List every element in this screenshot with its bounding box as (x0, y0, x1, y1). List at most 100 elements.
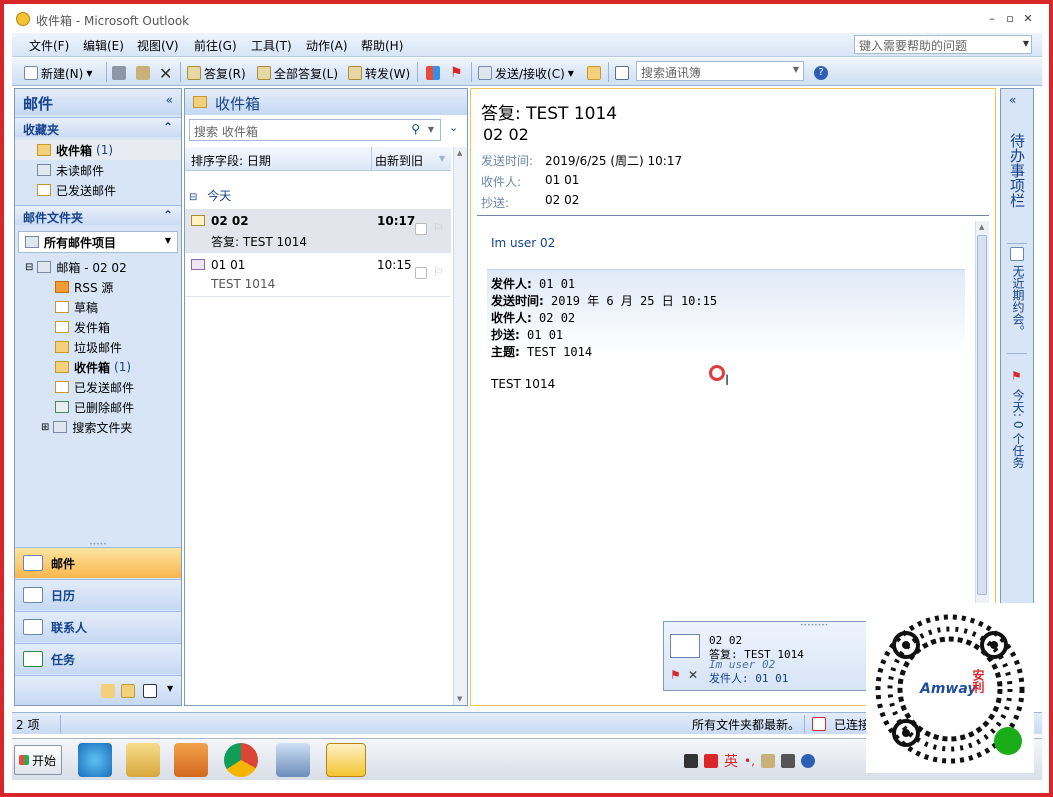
keyboard-layout-icon[interactable] (684, 754, 698, 768)
forward-button[interactable]: 转发(W) (348, 63, 410, 83)
chevron-down-icon[interactable]: ▼ (1023, 39, 1029, 48)
print-button[interactable] (112, 63, 126, 83)
folder-outbox[interactable]: 发件箱 (15, 317, 181, 337)
chevron-down-icon[interactable]: ▼ (165, 236, 171, 245)
folder-sent[interactable]: 已发送邮件 (15, 377, 181, 397)
group-today[interactable]: ⊟ 今天 (189, 187, 231, 204)
folder-deleted[interactable]: 已删除邮件 (15, 397, 181, 417)
minimize-icon[interactable]: – (984, 11, 1000, 27)
favorite-unread[interactable]: 未读邮件 (15, 160, 181, 180)
chevron-down-icon[interactable]: ▼ (793, 65, 799, 74)
sort-order-label[interactable]: 由新到旧 (375, 152, 423, 169)
chevron-down-icon[interactable]: ▼ (428, 125, 434, 134)
favorite-sent[interactable]: 已发送邮件 (15, 180, 181, 200)
collapse-pane-icon[interactable]: « (166, 93, 173, 107)
todo-title[interactable]: 待办事项栏 (1007, 133, 1028, 208)
folder-inbox[interactable]: 收件箱 (1) (15, 357, 181, 377)
nav-calendar-button[interactable]: 日历 (15, 579, 181, 610)
message-row[interactable]: 02 02 10:17 答复: TEST 1014 ⚐ (185, 209, 451, 253)
menu-tools[interactable]: 工具(T) (251, 37, 292, 54)
soft-keyboard-icon[interactable] (760, 754, 775, 768)
tree-expand-icon[interactable]: ⊞ (41, 422, 49, 433)
categorize-button[interactable] (426, 63, 440, 83)
chevron-down-icon[interactable]: ▼ (568, 69, 574, 78)
scroll-up-icon[interactable]: ▲ (979, 223, 984, 231)
send-receive-button[interactable]: 发送/接收(C) ▼ (478, 63, 574, 83)
punctuation-icon[interactable]: •, (744, 754, 755, 768)
reply-all-button[interactable]: 全部答复(L) (257, 63, 338, 83)
alert-flag-icon[interactable]: ⚑ (670, 668, 681, 682)
reply-button[interactable]: 答复(R) (187, 63, 246, 83)
inbox-search-input[interactable]: 搜索 收件箱 ⚲ ▼ (189, 119, 441, 141)
category-checkbox[interactable] (415, 223, 427, 235)
move-button[interactable] (136, 63, 150, 83)
list-scrollbar[interactable]: ▲ ▼ (453, 147, 467, 705)
ime-language[interactable]: 英 (724, 751, 738, 771)
menu-go[interactable]: 前往(G) (194, 37, 237, 54)
sort-header[interactable]: 排序字段: 日期 由新到旧 ▼ (185, 147, 451, 171)
menu-file[interactable]: 文件(F) (29, 37, 69, 54)
maximize-icon[interactable]: ▫ (1002, 11, 1018, 27)
menu-view[interactable]: 视图(V) (137, 37, 179, 54)
favorites-header[interactable]: 收藏夹 ⌃ (15, 117, 181, 137)
address-book-button[interactable] (615, 63, 629, 83)
outlook-taskbar-icon[interactable] (326, 743, 366, 777)
chevron-down-icon[interactable]: ▼ (86, 69, 92, 78)
find-button[interactable] (587, 63, 601, 83)
ime-icon[interactable] (704, 754, 718, 768)
scroll-down-icon[interactable]: ▼ (457, 695, 462, 703)
folder-rss[interactable]: RSS 源 (15, 277, 181, 297)
nav-tasks-button[interactable]: 任务 (15, 643, 181, 674)
favorite-inbox[interactable]: 收件箱 (1) (15, 140, 181, 160)
to-value[interactable]: 01 01 (545, 173, 579, 187)
help-search-input[interactable]: 键入需要帮助的问题 ▼ (854, 35, 1032, 54)
help-icon[interactable] (800, 754, 815, 768)
collapse-section-icon[interactable]: ⌃ (163, 120, 173, 134)
message-row[interactable]: 01 01 10:15 TEST 1014 ⚐ (185, 253, 451, 297)
file-explorer-icon[interactable] (126, 743, 160, 777)
scroll-thumb[interactable] (977, 235, 987, 595)
help-button[interactable]: ? (814, 63, 828, 83)
contact-search-input[interactable]: 搜索通讯簿 ▼ (636, 61, 804, 81)
menu-help[interactable]: 帮助(H) (361, 37, 403, 54)
remote-desktop-icon[interactable] (276, 743, 310, 777)
nav-mail-button[interactable]: 邮件 (15, 547, 181, 578)
new-button[interactable]: 新建(N) ▼ (24, 63, 93, 83)
new-mail-alert[interactable]: •••••••• 02 02 答复: TEST 1014 Im user 02 … (663, 621, 869, 691)
ime-tools-icon[interactable] (780, 754, 795, 768)
media-player-icon[interactable] (174, 743, 208, 777)
nav-contacts-button[interactable]: 联系人 (15, 611, 181, 642)
notes-icon[interactable] (101, 684, 115, 698)
expand-todo-icon[interactable]: « (1009, 93, 1016, 107)
flag-icon[interactable]: ⚐ (433, 221, 444, 235)
category-checkbox[interactable] (415, 267, 427, 279)
folder-search[interactable]: ⊞ 搜索文件夹 (15, 417, 181, 437)
start-button[interactable]: 开始 (14, 745, 62, 775)
mail-folders-header[interactable]: 邮件文件夹 ⌃ (15, 205, 181, 225)
connection-icon[interactable] (812, 717, 826, 731)
mailbox-root[interactable]: ⊟ 邮箱 - 02 02 (15, 257, 181, 277)
expand-query-icon[interactable]: ⌄ (449, 121, 458, 134)
collapse-section-icon[interactable]: ⌃ (163, 208, 173, 222)
sort-arrow-icon[interactable]: ▼ (439, 154, 445, 163)
group-collapse-icon[interactable]: ⊟ (189, 192, 197, 203)
scroll-up-icon[interactable]: ▲ (457, 149, 462, 157)
flag-icon[interactable]: ⚐ (433, 265, 444, 279)
folder-junk[interactable]: 垃圾邮件 (15, 337, 181, 357)
all-mail-items-dropdown[interactable]: 所有邮件项目 ▼ (18, 231, 178, 253)
cc-value[interactable]: 02 02 (545, 193, 579, 207)
menu-actions[interactable]: 动作(A) (306, 37, 348, 54)
search-icon[interactable]: ⚲ (411, 122, 420, 136)
folder-drafts[interactable]: 草稿 (15, 297, 181, 317)
follow-up-flag-icon[interactable]: ⚑ (450, 63, 463, 83)
chrome-icon[interactable] (224, 743, 258, 777)
alert-delete-icon[interactable]: ✕ (688, 668, 698, 682)
shortcuts-icon[interactable] (143, 684, 157, 698)
delete-icon[interactable]: ✕ (159, 63, 172, 83)
menu-edit[interactable]: 编辑(E) (83, 37, 124, 54)
close-icon[interactable]: ✕ (1020, 11, 1036, 27)
internet-explorer-icon[interactable] (78, 743, 112, 777)
folder-list-icon[interactable] (121, 684, 135, 698)
tree-collapse-icon[interactable]: ⊟ (25, 262, 33, 273)
configure-buttons-icon[interactable]: ▼ (167, 684, 173, 693)
